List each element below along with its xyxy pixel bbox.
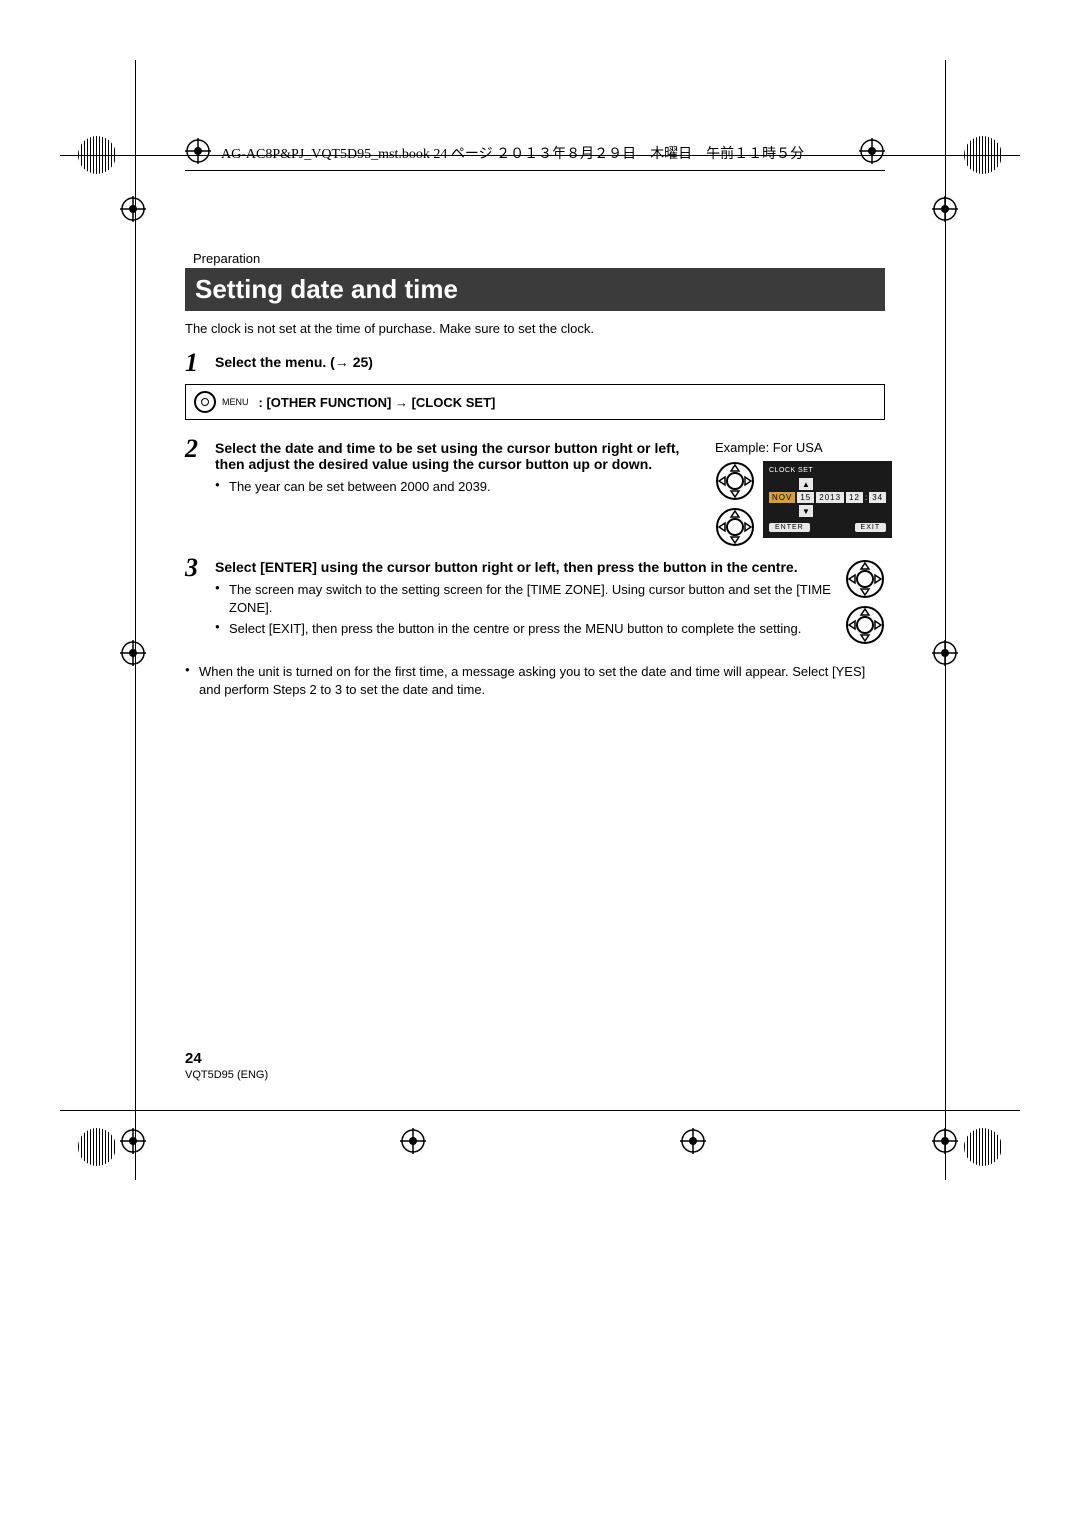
cursor-button-icon: [715, 461, 755, 501]
cursor-button-icon: [845, 605, 885, 645]
lcd-enter-button: ENTER: [769, 523, 810, 532]
step-2: 2 Select the date and time to be set usi…: [185, 436, 885, 547]
crop-rule-bottom: [60, 1110, 1020, 1111]
crop-target-icon: [932, 196, 958, 222]
section-label: Preparation: [193, 251, 885, 266]
step-number: 1: [185, 350, 205, 376]
register-mark-icon: [78, 136, 116, 174]
step-1-heading: Select the menu. (→ 25): [215, 354, 885, 370]
example-column: Example: For USA CLOCK SET ▲ NOV 15: [715, 440, 885, 547]
lcd-day: 15: [797, 492, 814, 503]
lcd-month: NOV: [769, 492, 795, 503]
register-mark-icon: [964, 136, 1002, 174]
intro-text: The clock is not set at the time of purc…: [185, 321, 885, 336]
lcd-hour: 12: [846, 492, 863, 503]
menu-icon-label: MENU: [222, 397, 249, 407]
register-mark-icon: [964, 1128, 1002, 1166]
file-header: AG-AC8P&PJ_VQT5D95_mst.book 24 ページ ２０１３年…: [185, 138, 885, 167]
first-time-note: When the unit is turned on for the first…: [185, 663, 885, 698]
crop-target-icon: [680, 1128, 706, 1154]
lcd-screen: CLOCK SET ▲ NOV 15 2013 12 : 34 ▼: [763, 461, 892, 538]
step-number: 3: [185, 555, 205, 645]
step-3-note-1: The screen may switch to the setting scr…: [215, 581, 831, 616]
header-target-icon: [185, 138, 211, 167]
lcd-min: 34: [869, 492, 886, 503]
up-arrow-icon: ▲: [799, 478, 813, 490]
menu-path-box: MENU : [OTHER FUNCTION] → [CLOCK SET]: [185, 384, 885, 420]
example-label: Example: For USA: [715, 440, 885, 455]
crop-target-icon: [932, 1128, 958, 1154]
crop-rule-left: [135, 60, 136, 1180]
page-footer: 24 VQT5D95 (ENG): [185, 1050, 268, 1081]
register-mark-icon: [78, 1128, 116, 1166]
crop-target-icon: [932, 640, 958, 666]
header-target-icon: [859, 138, 885, 167]
page-content: Preparation Setting date and time The cl…: [185, 251, 885, 698]
doc-code: VQT5D95 (ENG): [185, 1069, 268, 1081]
step-3-note-2: Select [EXIT], then press the button in …: [215, 620, 831, 638]
menu-button-icon: [194, 391, 216, 413]
crop-target-icon: [400, 1128, 426, 1154]
page-number: 24: [185, 1050, 268, 1067]
lcd-year: 2013: [816, 492, 844, 503]
cursor-figures: [845, 559, 885, 645]
menu-path-text: : [OTHER FUNCTION] → [CLOCK SET]: [259, 395, 496, 410]
crop-rule-right: [945, 60, 946, 1180]
down-arrow-icon: ▼: [799, 505, 813, 517]
cursor-button-icon: [845, 559, 885, 599]
page-title: Setting date and time: [185, 268, 885, 311]
step-2-note: The year can be set between 2000 and 203…: [215, 478, 697, 496]
page-frame: AG-AC8P&PJ_VQT5D95_mst.book 24 ページ ２０１３年…: [185, 138, 885, 702]
crop-target-icon: [120, 1128, 146, 1154]
file-header-text: AG-AC8P&PJ_VQT5D95_mst.book 24 ページ ２０１３年…: [221, 143, 804, 163]
crop-target-icon: [120, 640, 146, 666]
lcd-exit-button: EXIT: [855, 523, 887, 532]
step-3-heading: Select [ENTER] using the cursor button r…: [215, 559, 831, 575]
header-rule: [185, 170, 885, 171]
lcd-title: CLOCK SET: [769, 467, 886, 474]
step-1: 1 Select the menu. (→ 25): [185, 350, 885, 376]
cursor-button-icon: [715, 507, 755, 547]
step-3: 3 Select [ENTER] using the cursor button…: [185, 555, 885, 645]
crop-target-icon: [120, 196, 146, 222]
step-2-heading: Select the date and time to be set using…: [215, 440, 697, 472]
step-number: 2: [185, 436, 205, 547]
